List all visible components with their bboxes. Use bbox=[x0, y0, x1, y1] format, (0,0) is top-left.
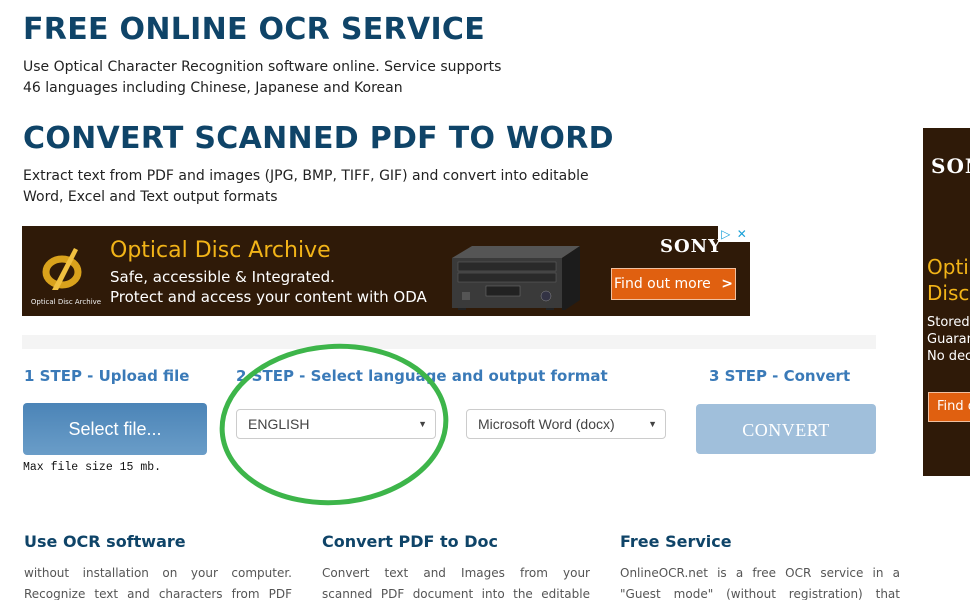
step-1-label: 1 STEP - Upload file bbox=[24, 367, 190, 385]
ad-title: Optical Disc Archive bbox=[110, 238, 331, 263]
chevron-down-icon: ▼ bbox=[648, 419, 657, 429]
language-select[interactable]: ENGLISH ▼ bbox=[236, 409, 436, 439]
language-select-value: ENGLISH bbox=[248, 416, 310, 432]
feature-convert-pdf: Convert PDF to Doc Convert text and Imag… bbox=[322, 532, 590, 600]
adchoices[interactable]: ▷ ✕ bbox=[718, 226, 750, 242]
disc-drive-image bbox=[452, 246, 580, 310]
adchoices-icon[interactable]: ▷ bbox=[721, 227, 730, 241]
side-ad-line: Stored bbox=[927, 315, 970, 330]
find-out-more-button[interactable]: Find out more > bbox=[611, 268, 736, 300]
convert-button[interactable]: CONVERT bbox=[696, 404, 876, 454]
side-ad-banner[interactable]: SONY Optical Disc Stored Guaranteed No d… bbox=[923, 128, 970, 476]
select-file-button[interactable]: Select file... bbox=[23, 403, 207, 455]
sony-logo: SONY bbox=[660, 236, 722, 257]
feature-text-line: without installation on your computer. bbox=[24, 566, 292, 580]
close-ad-icon[interactable]: ✕ bbox=[737, 227, 747, 241]
page-title: FREE ONLINE OCR SERVICE bbox=[23, 12, 486, 47]
feature-text-line: OnlineOCR.net is a free OCR service in a bbox=[620, 566, 900, 580]
oda-logo-icon bbox=[42, 248, 82, 290]
feature-text-line: Convert text and Images from your bbox=[322, 566, 590, 580]
section-title: CONVERT SCANNED PDF TO WORD bbox=[23, 121, 614, 156]
side-ad-title-line: Disc bbox=[927, 281, 970, 305]
side-ad-text: Stored Guaranteed No decay bbox=[927, 314, 970, 365]
feature-title: Free Service bbox=[620, 532, 732, 551]
feature-use-ocr: Use OCR software without installation on… bbox=[24, 532, 292, 600]
divider-bar bbox=[22, 335, 876, 349]
ad-line-1: Safe, accessible & Integrated. bbox=[110, 268, 335, 286]
feature-free-service: Free Service OnlineOCR.net is a free OCR… bbox=[620, 532, 900, 600]
max-file-size-note: Max file size 15 mb. bbox=[23, 461, 162, 474]
output-format-select-value: Microsoft Word (docx) bbox=[478, 416, 615, 432]
ad-line-2: Protect and access your content with ODA bbox=[110, 288, 427, 306]
feature-title: Use OCR software bbox=[24, 532, 186, 551]
page-description: Use Optical Character Recognition softwa… bbox=[23, 57, 663, 99]
side-ad-title: Optical Disc bbox=[927, 254, 970, 306]
find-out-more-label: Find out more bbox=[614, 276, 711, 292]
section-description: Extract text from PDF and images (JPG, B… bbox=[23, 166, 663, 208]
feature-text-line: Recognize text and characters from PDF bbox=[24, 587, 292, 600]
oda-logo: Optical Disc Archive bbox=[28, 240, 101, 310]
ad-banner[interactable]: Optical Disc Archive Optical Disc Archiv… bbox=[22, 226, 750, 316]
side-ad-line: Guaranteed bbox=[927, 332, 970, 347]
description-line: Word, Excel and Text output formats bbox=[23, 189, 278, 205]
feature-text-line: scanned PDF document into the editable bbox=[322, 587, 590, 600]
side-ad-title-line: Optical bbox=[927, 255, 970, 279]
side-find-out-more-button[interactable]: Find out more bbox=[928, 392, 970, 422]
feature-title: Convert PDF to Doc bbox=[322, 532, 498, 551]
step-2-label: 2 STEP - Select language and output form… bbox=[236, 367, 608, 385]
chevron-right-icon: > bbox=[721, 276, 733, 292]
sony-logo: SONY bbox=[931, 154, 970, 178]
description-line: Use Optical Character Recognition softwa… bbox=[23, 59, 502, 75]
output-format-select[interactable]: Microsoft Word (docx) ▼ bbox=[466, 409, 666, 439]
description-line: 46 languages including Chinese, Japanese… bbox=[23, 80, 403, 96]
description-line: Extract text from PDF and images (JPG, B… bbox=[23, 168, 589, 184]
side-ad-line: No decay bbox=[927, 349, 970, 364]
step-3-label: 3 STEP - Convert bbox=[709, 367, 851, 385]
feature-text-line: "Guest mode" (without registration) that bbox=[620, 587, 900, 600]
oda-logo-text: Optical Disc Archive bbox=[30, 298, 102, 306]
chevron-down-icon: ▼ bbox=[418, 419, 427, 429]
